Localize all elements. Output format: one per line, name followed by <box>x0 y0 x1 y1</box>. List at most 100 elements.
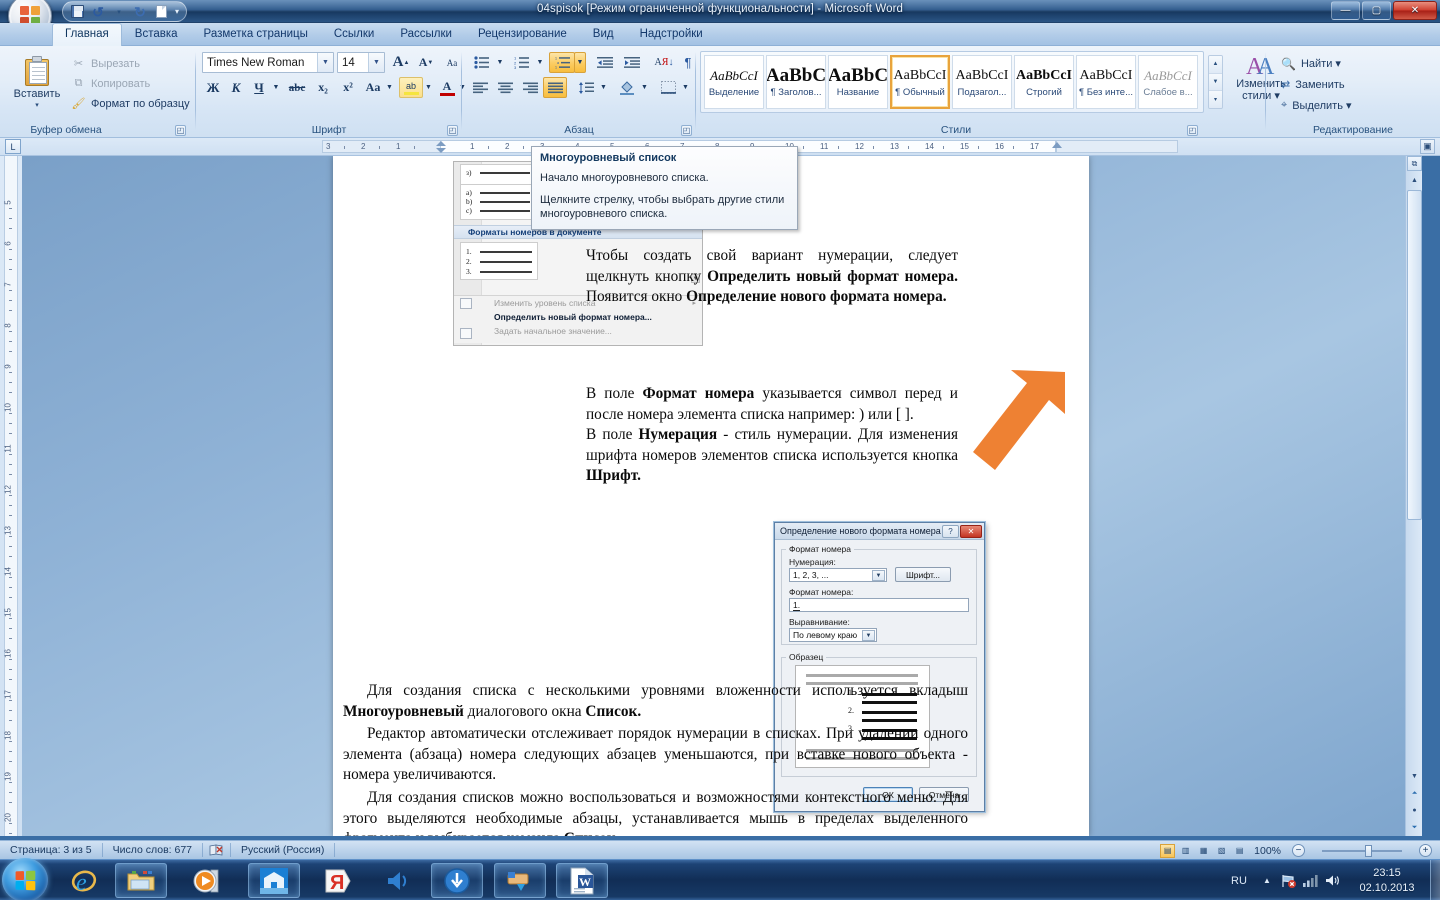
menu-item-define-new-number-format[interactable]: Определить новый формат номера... <box>454 310 702 324</box>
tab-selector-button[interactable]: L <box>5 139 21 154</box>
save-icon[interactable] <box>68 3 86 20</box>
numbering-button[interactable]: 123 <box>508 52 534 73</box>
styles-scroll-up-icon[interactable]: ▲ <box>1209 56 1222 74</box>
style-item-title[interactable]: AaBbC Название <box>828 55 888 109</box>
dialog-help-button[interactable]: ? <box>942 525 959 538</box>
document-paragraph-4[interactable]: Для создания списка с несколькими уровня… <box>343 681 968 722</box>
increase-indent-button[interactable] <box>619 52 645 73</box>
format-input[interactable]: 1. <box>789 598 969 612</box>
styles-more-icon[interactable]: ▾ <box>1209 91 1222 108</box>
tab-mailings[interactable]: Рассылки <box>387 24 465 46</box>
show-desktop-button[interactable] <box>1430 860 1440 900</box>
maximize-button[interactable]: ▢ <box>1362 1 1391 20</box>
underline-dropdown-icon[interactable]: ▼ <box>270 77 282 98</box>
document-canvas[interactable]: з) i) 3. a) <box>22 156 1422 836</box>
tab-review[interactable]: Рецензирование <box>465 24 580 46</box>
view-draft-button[interactable]: ▤ <box>1232 844 1247 858</box>
bullets-button[interactable] <box>468 52 494 73</box>
font-name-combobox[interactable]: Times New Roman ▼ <box>202 52 334 73</box>
document-paragraph-6[interactable]: Для создания списков можно воспользовать… <box>343 788 968 836</box>
ruler-toggle-button[interactable]: ▣ <box>1420 139 1435 154</box>
view-print-layout-button[interactable]: ▤ <box>1160 843 1176 858</box>
customize-qat-icon[interactable]: ▾ <box>173 7 181 16</box>
undo-icon[interactable]: ↺ <box>89 3 107 20</box>
hanging-indent-marker[interactable] <box>436 148 446 153</box>
style-item-normal[interactable]: AaBbCcI ¶ Обычный <box>890 55 950 109</box>
document-paragraph-3[interactable]: В поле Нумерация - стиль нумерации. Для … <box>586 425 958 487</box>
align-left-button[interactable] <box>468 77 492 98</box>
style-item-subtle-emphasis[interactable]: AaBbCcI Слабое в... <box>1138 55 1198 109</box>
cut-button[interactable]: ✂ Вырезать <box>68 54 143 73</box>
style-item-no-spacing[interactable]: AaBbCcI ¶ Без инте... <box>1076 55 1136 109</box>
align-justify-button[interactable] <box>543 77 567 98</box>
undo-dropdown-icon[interactable]: ▾ <box>110 3 128 20</box>
font-dialog-launcher[interactable]: ◰ <box>447 125 458 136</box>
bold-button[interactable]: Ж <box>202 77 224 98</box>
text-highlight-button[interactable]: ab <box>399 77 423 98</box>
clipboard-dialog-launcher[interactable]: ◰ <box>175 125 186 136</box>
taskbar-microsoft-word[interactable]: W <box>556 863 608 898</box>
multilevel-list-button[interactable]: 1a1 <box>549 52 575 73</box>
styles-dialog-launcher[interactable]: ◰ <box>1187 125 1198 136</box>
taskbar-internet-explorer[interactable]: e <box>58 863 110 898</box>
document-paragraph-5[interactable]: Редактор автоматически отслеживает поряд… <box>343 724 968 786</box>
taskbar-app-window[interactable] <box>248 863 300 898</box>
status-proofing-icon[interactable] <box>203 843 232 857</box>
tray-clock[interactable]: 23:15 02.10.2013 <box>1344 866 1430 896</box>
right-indent-marker[interactable] <box>1052 142 1062 148</box>
tab-insert[interactable]: Вставка <box>122 24 191 46</box>
format-painter-button[interactable]: 🖌 Формат по образцу <box>68 94 193 113</box>
taskbar-windows-explorer[interactable] <box>115 863 167 898</box>
status-page-indicator[interactable]: Страница: 3 из 5 <box>0 843 103 857</box>
highlight-dropdown-icon[interactable]: ▼ <box>423 77 434 98</box>
borders-button[interactable] <box>656 77 680 98</box>
document-page[interactable]: з) i) 3. a) <box>333 156 1089 836</box>
superscript-button[interactable]: x² <box>336 77 360 98</box>
taskbar-punto-switcher[interactable] <box>494 863 546 898</box>
style-item-heading1[interactable]: AaBbC ¶ Заголов... <box>766 55 826 109</box>
align-right-button[interactable] <box>518 77 542 98</box>
shading-button[interactable] <box>615 77 639 98</box>
tab-home[interactable]: Главная <box>52 23 122 47</box>
document-paragraph-2[interactable]: В поле Формат номера указывается символ … <box>586 384 958 425</box>
alignment-dropdown-icon[interactable]: ▼ <box>862 630 875 641</box>
numbering-combobox[interactable]: 1, 2, 3, ... ▼ <box>789 568 887 582</box>
redo-icon[interactable]: ↻ <box>131 3 149 20</box>
scroll-up-button[interactable]: ▲ <box>1406 173 1422 188</box>
shading-dropdown-icon[interactable]: ▼ <box>639 77 650 98</box>
scroll-down-button[interactable]: ▼ <box>1406 769 1422 784</box>
underline-button[interactable]: Ч <box>248 77 270 98</box>
replace-button[interactable]: ⇄ Заменить <box>1278 75 1348 94</box>
font-size-dropdown-icon[interactable]: ▼ <box>368 53 384 72</box>
browse-object-button[interactable]: ● <box>1406 803 1422 818</box>
zoom-in-button[interactable]: + <box>1419 844 1432 857</box>
font-size-combobox[interactable]: 14 ▼ <box>337 52 385 73</box>
alignment-combobox[interactable]: По левому краю ▼ <box>789 628 877 642</box>
strikethrough-button[interactable]: abc <box>284 77 310 98</box>
bullets-dropdown-icon[interactable]: ▼ <box>494 52 506 73</box>
scroll-thumb[interactable] <box>1407 190 1422 520</box>
minimize-button[interactable]: — <box>1331 1 1360 20</box>
taskbar-downloader[interactable] <box>431 863 483 898</box>
styles-scroll-down-icon[interactable]: ▼ <box>1209 73 1222 92</box>
close-button[interactable]: ✕ <box>1393 1 1437 20</box>
paste-caret-icon[interactable]: ▾ <box>35 101 39 109</box>
tray-show-hidden-icon[interactable]: ▲ <box>1256 860 1278 900</box>
line-spacing-button[interactable] <box>574 77 598 98</box>
multilevel-list-dropdown-icon[interactable]: ▼ <box>574 52 586 73</box>
tab-view[interactable]: Вид <box>580 24 627 46</box>
taskbar-media-player[interactable] <box>182 863 234 898</box>
paste-button[interactable]: Вставить ▾ <box>8 52 66 114</box>
document-paragraph-1[interactable]: Чтобы создать свой вариант нумерации, сл… <box>586 246 958 308</box>
decrease-indent-button[interactable] <box>592 52 618 73</box>
dialog-close-button[interactable]: ✕ <box>960 525 982 538</box>
subscript-button[interactable]: x₂ <box>311 77 335 98</box>
first-line-indent-marker[interactable] <box>436 141 446 146</box>
tab-addins[interactable]: Надстройки <box>627 24 716 46</box>
align-center-button[interactable] <box>493 77 517 98</box>
previous-page-button[interactable]: ⏶ <box>1406 786 1422 801</box>
vertical-ruler[interactable]: 5 6 7 8 9 10 11 12 13 14 15 16 17 18 19 20 <box>0 156 22 844</box>
font-button[interactable]: Шрифт... <box>895 567 951 582</box>
tray-language-indicator[interactable]: RU <box>1222 860 1256 900</box>
taskbar-sound-app[interactable] <box>373 863 425 898</box>
